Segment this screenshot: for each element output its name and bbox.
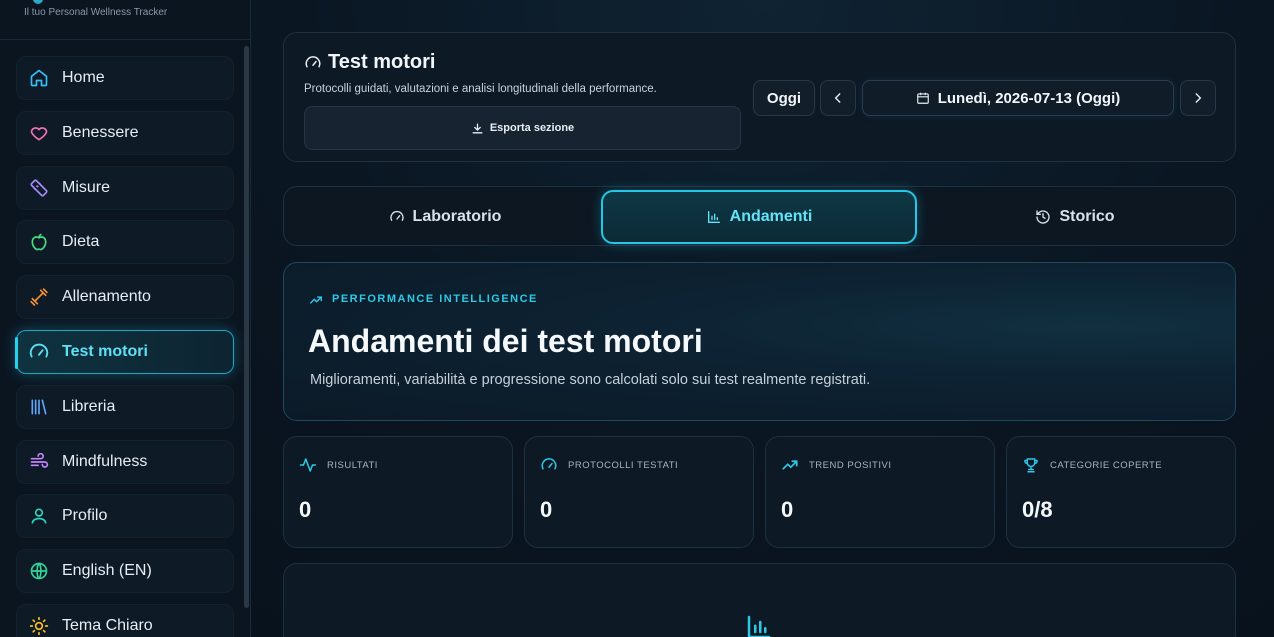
sidebar-item-misure[interactable]: Misure xyxy=(16,165,234,210)
sidebar-nav: Home Benessere Misure Dieta Allenamento … xyxy=(15,56,234,637)
date-picker[interactable]: Lunedì, 2026-07-13 (Oggi) xyxy=(862,80,1174,116)
sidebar-item-label: Allenamento xyxy=(62,288,151,306)
brand-logo xyxy=(33,0,43,4)
stat-card-trend: TREND POSITIVI 0 xyxy=(765,436,995,548)
library-icon xyxy=(27,395,51,419)
tab-label: Andamenti xyxy=(729,208,813,225)
tab-label: Storico xyxy=(1059,208,1115,225)
stat-label: RISULTATI xyxy=(327,460,378,471)
date-label: Lunedì, 2026-07-13 (Oggi) xyxy=(937,89,1121,107)
bar-chart-icon xyxy=(744,612,774,637)
brand-tagline: Il tuo Personal Wellness Tracker xyxy=(24,7,168,18)
calendar-icon xyxy=(916,92,929,104)
gauge-icon xyxy=(304,54,322,77)
stat-label: PROTOCOLLI TESTATI xyxy=(568,460,679,471)
page-header: Test motori Protocolli guidati, valutazi… xyxy=(283,32,1236,162)
home-icon xyxy=(27,66,51,90)
sidebar-item-label: Test motori xyxy=(62,342,148,360)
sidebar-item-test-motori[interactable]: Test motori xyxy=(15,329,234,374)
sidebar-item-allenamento[interactable]: Allenamento xyxy=(16,275,234,320)
stat-card-protocolli: PROTOCOLLI TESTATI 0 xyxy=(524,436,754,548)
globe-icon xyxy=(27,559,51,583)
sidebar-item-label: Libreria xyxy=(62,397,116,415)
gauge-icon xyxy=(389,210,404,221)
prev-day-button[interactable] xyxy=(820,80,856,116)
chevron-left-icon xyxy=(834,93,841,103)
app-root: Il tuo Personal Wellness Tracker Home Be… xyxy=(0,0,1274,637)
stat-label: TREND POSITIVI xyxy=(809,460,892,471)
gauge-icon xyxy=(540,456,558,479)
sidebar-item-mindfulness[interactable]: Mindfulness xyxy=(16,439,234,484)
chart-panel xyxy=(283,563,1236,637)
sidebar-item-profilo[interactable]: Profilo xyxy=(16,494,234,539)
stat-card-risultati: RISULTATI 0 xyxy=(283,436,513,548)
user-icon xyxy=(27,504,51,528)
page-title: Test motori xyxy=(328,51,436,73)
history-icon xyxy=(1036,210,1051,224)
sidebar-item-label: Tema Chiaro xyxy=(62,616,153,634)
hero-subtitle: Miglioramenti, variabilità e progression… xyxy=(310,372,871,388)
tab-storico[interactable]: Storico xyxy=(917,190,1233,244)
stat-label: CATEGORIE COPERTE xyxy=(1050,460,1163,471)
ruler-icon xyxy=(27,176,51,200)
sidebar-item-dieta[interactable]: Dieta xyxy=(16,220,234,265)
sidebar-item-benessere[interactable]: Benessere xyxy=(16,110,234,155)
stat-value: 0 xyxy=(540,497,553,522)
chevron-right-icon xyxy=(1195,93,1202,103)
tab-label: Laboratorio xyxy=(412,208,502,225)
sidebar-scrollbar[interactable] xyxy=(244,46,249,608)
trending-up-icon xyxy=(781,456,799,479)
stat-value: 0 xyxy=(299,497,312,522)
sidebar-item-label: Benessere xyxy=(62,123,139,141)
sidebar-item-home[interactable]: Home xyxy=(16,56,234,100)
export-label: Esporta sezione xyxy=(489,122,575,134)
apple-icon xyxy=(27,230,51,254)
gauge-icon xyxy=(27,340,51,364)
stat-value: 0/8 xyxy=(1022,497,1053,522)
bar-chart-icon xyxy=(707,211,720,223)
sidebar-item-label: Profilo xyxy=(62,507,108,525)
dumbbell-icon xyxy=(27,285,51,309)
stat-value: 0 xyxy=(781,497,794,522)
today-button[interactable]: Oggi xyxy=(753,80,815,116)
sun-icon xyxy=(27,614,51,637)
sidebar: Il tuo Personal Wellness Tracker Home Be… xyxy=(0,0,251,637)
page-description: Protocolli guidati, valutazioni e analis… xyxy=(304,83,657,95)
sidebar-item-language[interactable]: English (EN) xyxy=(16,549,234,594)
export-section-button[interactable]: Esporta sezione xyxy=(304,106,741,150)
sidebar-item-label: Home xyxy=(62,69,105,86)
activity-icon xyxy=(299,456,317,479)
hero-panel: PERFORMANCE INTELLIGENCE Andamenti dei t… xyxy=(283,262,1236,421)
sidebar-item-label: Mindfulness xyxy=(62,452,148,470)
stat-card-categorie: CATEGORIE COPERTE 0/8 xyxy=(1006,436,1236,548)
heart-icon xyxy=(27,121,51,145)
sidebar-item-label: Misure xyxy=(62,178,111,196)
divider xyxy=(0,39,250,40)
tab-andamenti[interactable]: Andamenti xyxy=(601,190,917,244)
sidebar-item-label: English (EN) xyxy=(62,562,152,580)
hero-title: Andamenti dei test motori xyxy=(308,323,703,359)
trophy-icon xyxy=(1022,456,1040,479)
tab-bar: Laboratorio Andamenti Storico xyxy=(283,186,1236,246)
wind-icon xyxy=(27,450,51,474)
next-day-button[interactable] xyxy=(1180,80,1216,116)
sidebar-item-label: Dieta xyxy=(62,233,100,251)
sidebar-item-libreria[interactable]: Libreria xyxy=(16,384,234,429)
trending-up-icon xyxy=(309,293,323,312)
sidebar-item-theme[interactable]: Tema Chiaro xyxy=(16,603,234,637)
download-icon xyxy=(472,123,483,133)
hero-eyebrow: PERFORMANCE INTELLIGENCE xyxy=(332,293,538,305)
tab-laboratorio[interactable]: Laboratorio xyxy=(287,190,603,244)
